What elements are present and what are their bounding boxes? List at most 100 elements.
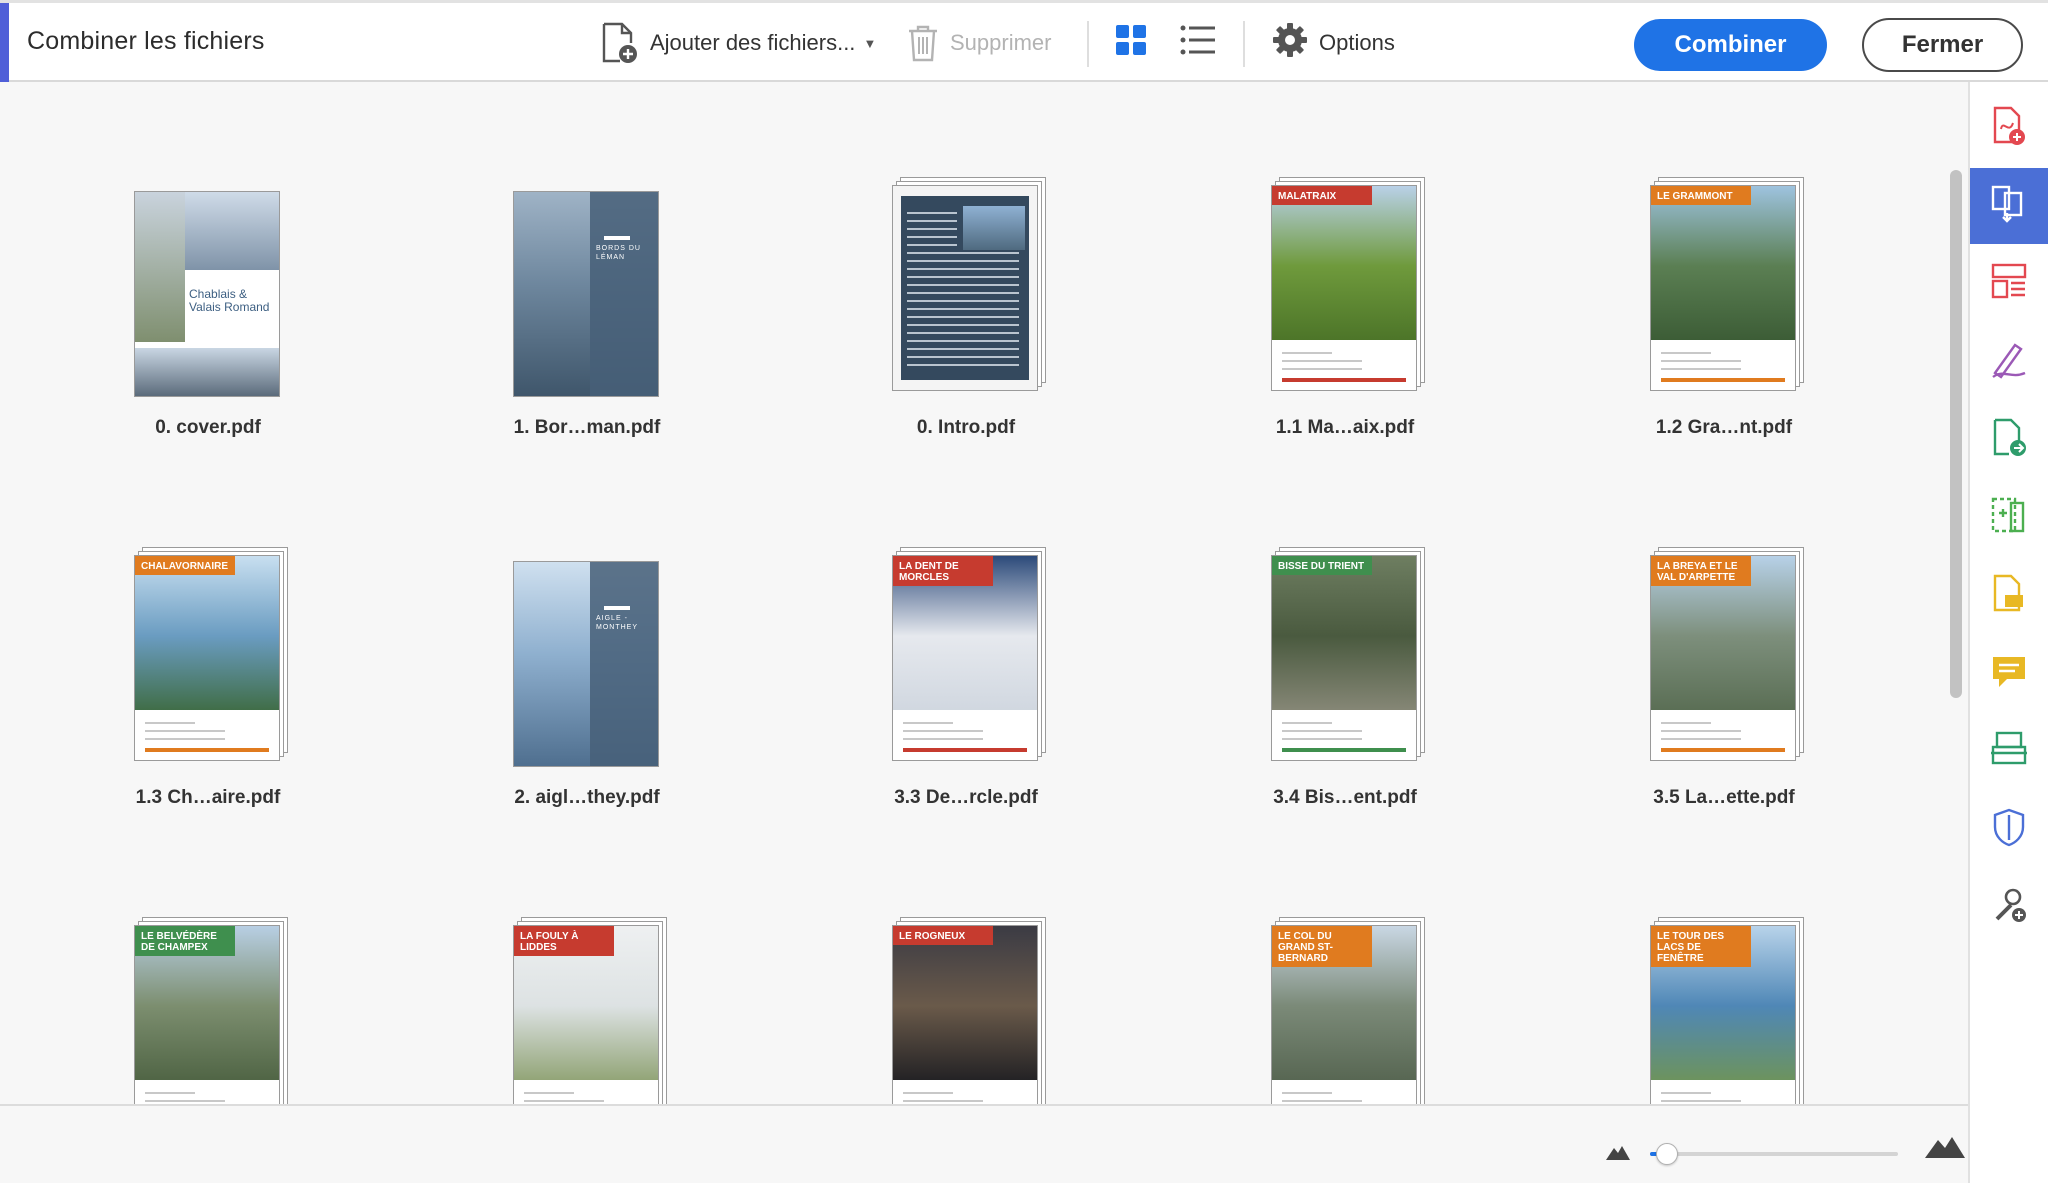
combine-button[interactable]: Combiner <box>1634 19 1827 71</box>
send-for-comments-tool-button[interactable] <box>1970 558 2048 634</box>
slider-handle[interactable] <box>1656 1143 1679 1165</box>
cover-banner: MALATRAIX <box>1272 186 1372 205</box>
file-thumbnail[interactable]: LE TOUR DES LACS DE FENÊTRE <box>1604 917 1844 1104</box>
cover-footer <box>1651 340 1795 390</box>
file-thumbnail[interactable]: LA FOULY À LIDDES <box>467 917 707 1104</box>
cover-title: BISSE DU TRIENT <box>1278 561 1365 572</box>
cover-banner: LE GRAMMONT <box>1651 186 1751 205</box>
file-name: 1. Bor…man.pdf <box>513 417 661 438</box>
file-thumbnail[interactable]: MALATRAIX 1.1 Ma…aix.pdf <box>1225 177 1465 477</box>
edit-pdf-tool-button[interactable] <box>1970 480 2048 556</box>
file-thumbnail[interactable]: AIGLE - MONTHEY 2. aigl…they.pdf <box>467 547 707 847</box>
thumbnail-stack: CHALAVORNAIRE <box>134 547 288 763</box>
file-thumbnail[interactable]: LA DENT DE MORCLES 3.3 De…rcle.pdf <box>846 547 1086 847</box>
page-preview: LA DENT DE MORCLES <box>892 555 1038 761</box>
thumbnail-stack: LE BELVÉDÈRE DE CHAMPEX <box>134 917 288 1104</box>
file-thumbnail[interactable]: LA BREYA ET LE VAL D'ARPETTE 3.5 La…ette.… <box>1604 547 1844 847</box>
file-name: 1.1 Ma…aix.pdf <box>1275 417 1415 438</box>
edit-pdf-icon <box>1989 495 2029 542</box>
cover-banner: CHALAVORNAIRE <box>135 556 235 575</box>
page-preview: LE COL DU GRAND ST-BERNARD <box>1271 925 1417 1104</box>
thumbnail-stack: MALATRAIX <box>1271 177 1425 393</box>
more-tools-tool-button[interactable] <box>1970 870 2048 946</box>
options-label: Options <box>1319 30 1395 55</box>
close-button[interactable]: Fermer <box>1862 18 2023 72</box>
file-name: 0. cover.pdf <box>155 417 261 438</box>
file-thumbnail[interactable]: BISSE DU TRIENT 3.4 Bis…ent.pdf <box>1225 547 1465 847</box>
cover-banner: LA DENT DE MORCLES <box>893 556 993 586</box>
trash-icon <box>906 23 940 63</box>
add-file-icon <box>600 21 640 65</box>
protect-tool-button[interactable] <box>1970 792 2048 868</box>
cover-banner: LE ROGNEUX <box>893 926 993 945</box>
options-button[interactable]: Options <box>1273 21 1395 65</box>
thumbnail-stack: Chablais & Valais Romand <box>134 191 288 407</box>
cover-banner: BISSE DU TRIENT <box>1272 556 1372 575</box>
file-thumbnail[interactable]: 0. Intro.pdf <box>846 177 1086 477</box>
cover-title: MALATRAIX <box>1278 191 1337 202</box>
export-pdf-tool-button[interactable] <box>1970 402 2048 478</box>
cover-image: AIGLE - MONTHEY <box>514 562 658 766</box>
page-preview <box>892 185 1038 391</box>
cover-image: MALATRAIX <box>1272 186 1416 346</box>
thumbnail-stack: LA BREYA ET LE VAL D'ARPETTE <box>1650 547 1804 763</box>
cover-footer <box>514 1080 658 1104</box>
zoom-in-icon[interactable] <box>1925 1134 1965 1163</box>
file-name: 3.4 Bis…ent.pdf <box>1273 787 1417 808</box>
combine-files-tool-button[interactable] <box>1970 168 2048 244</box>
file-thumbnail[interactable]: LE GRAMMONT 1.2 Gra…nt.pdf <box>1604 177 1844 477</box>
cover-image: LE GRAMMONT <box>1651 186 1795 346</box>
file-thumbnail[interactable]: BORDS DU LÉMAN 1. Bor…man.pdf <box>467 177 707 477</box>
cover-image: LE BELVÉDÈRE DE CHAMPEX <box>135 926 279 1086</box>
file-name: 3.3 De…rcle.pdf <box>894 787 1038 808</box>
delete-label: Supprimer <box>950 30 1052 55</box>
thumbnail-stack: LA FOULY À LIDDES <box>513 917 667 1104</box>
create-pdf-tool-button[interactable] <box>1970 90 2048 166</box>
zoom-out-icon[interactable] <box>1606 1144 1630 1165</box>
cover-footer <box>893 710 1037 760</box>
combine-files-icon <box>1989 183 2029 230</box>
comment-tool-button[interactable] <box>1970 636 2048 712</box>
create-pdf-icon <box>1989 105 2029 152</box>
cover-footer <box>893 1080 1037 1104</box>
file-thumbnail[interactable]: CHALAVORNAIRE 1.3 Ch…aire.pdf <box>88 547 328 847</box>
page-preview: LE TOUR DES LACS DE FENÊTRE <box>1650 925 1796 1104</box>
page-preview: MALATRAIX <box>1271 185 1417 391</box>
grid-view-icon <box>1115 24 1147 62</box>
file-thumbnail[interactable]: Chablais & Valais Romand 0. cover.pdf <box>88 177 328 477</box>
grid-view-button[interactable] <box>1115 21 1147 65</box>
cover-title: Chablais & Valais Romand <box>189 287 270 314</box>
list-view-button[interactable] <box>1180 21 1216 65</box>
file-name: 1.2 Gra…nt.pdf <box>1655 417 1793 438</box>
fill-sign-tool-button[interactable] <box>1970 324 2048 400</box>
cover-banner: LE BELVÉDÈRE DE CHAMPEX <box>135 926 235 956</box>
cover-image: LA DENT DE MORCLES <box>893 556 1037 716</box>
top-toolbar: Combiner les fichiers Ajouter des fichie… <box>0 0 2048 82</box>
delete-button[interactable]: Supprimer <box>906 21 1051 65</box>
file-thumbnail[interactable]: LE COL DU GRAND ST-BERNARD <box>1225 917 1465 1104</box>
file-thumbnail[interactable]: LE BELVÉDÈRE DE CHAMPEX <box>88 917 328 1104</box>
file-thumbnail[interactable]: LE ROGNEUX <box>846 917 1086 1104</box>
thumbnail-size-slider[interactable] <box>1650 1143 1898 1165</box>
organize-pages-tool-button[interactable] <box>1970 246 2048 322</box>
list-view-icon <box>1180 24 1216 62</box>
cover-title: LE ROGNEUX <box>899 931 966 942</box>
send-for-comments-icon <box>1989 573 2029 620</box>
chevron-down-icon[interactable]: ▼ <box>863 36 876 51</box>
add-files-button[interactable]: Ajouter des fichiers... ▼ <box>600 21 876 65</box>
page-preview: LA FOULY À LIDDES <box>513 925 659 1104</box>
cover-image: BISSE DU TRIENT <box>1272 556 1416 716</box>
page-preview: BORDS DU LÉMAN <box>513 191 659 397</box>
window-title: Combiner les fichiers <box>27 27 265 55</box>
file-name: 0. Intro.pdf <box>916 417 1016 438</box>
page-preview: LA BREYA ET LE VAL D'ARPETTE <box>1650 555 1796 761</box>
cover-footer <box>1272 1080 1416 1104</box>
page-preview: LE GRAMMONT <box>1650 185 1796 391</box>
page-preview: AIGLE - MONTHEY <box>513 561 659 767</box>
scan-tool-button[interactable] <box>1970 714 2048 790</box>
vertical-scrollbar[interactable] <box>1950 170 1962 698</box>
cover-image: LE ROGNEUX <box>893 926 1037 1086</box>
cover-footer <box>135 710 279 760</box>
bottom-bar <box>0 1104 1968 1183</box>
cover-footer <box>1272 340 1416 390</box>
